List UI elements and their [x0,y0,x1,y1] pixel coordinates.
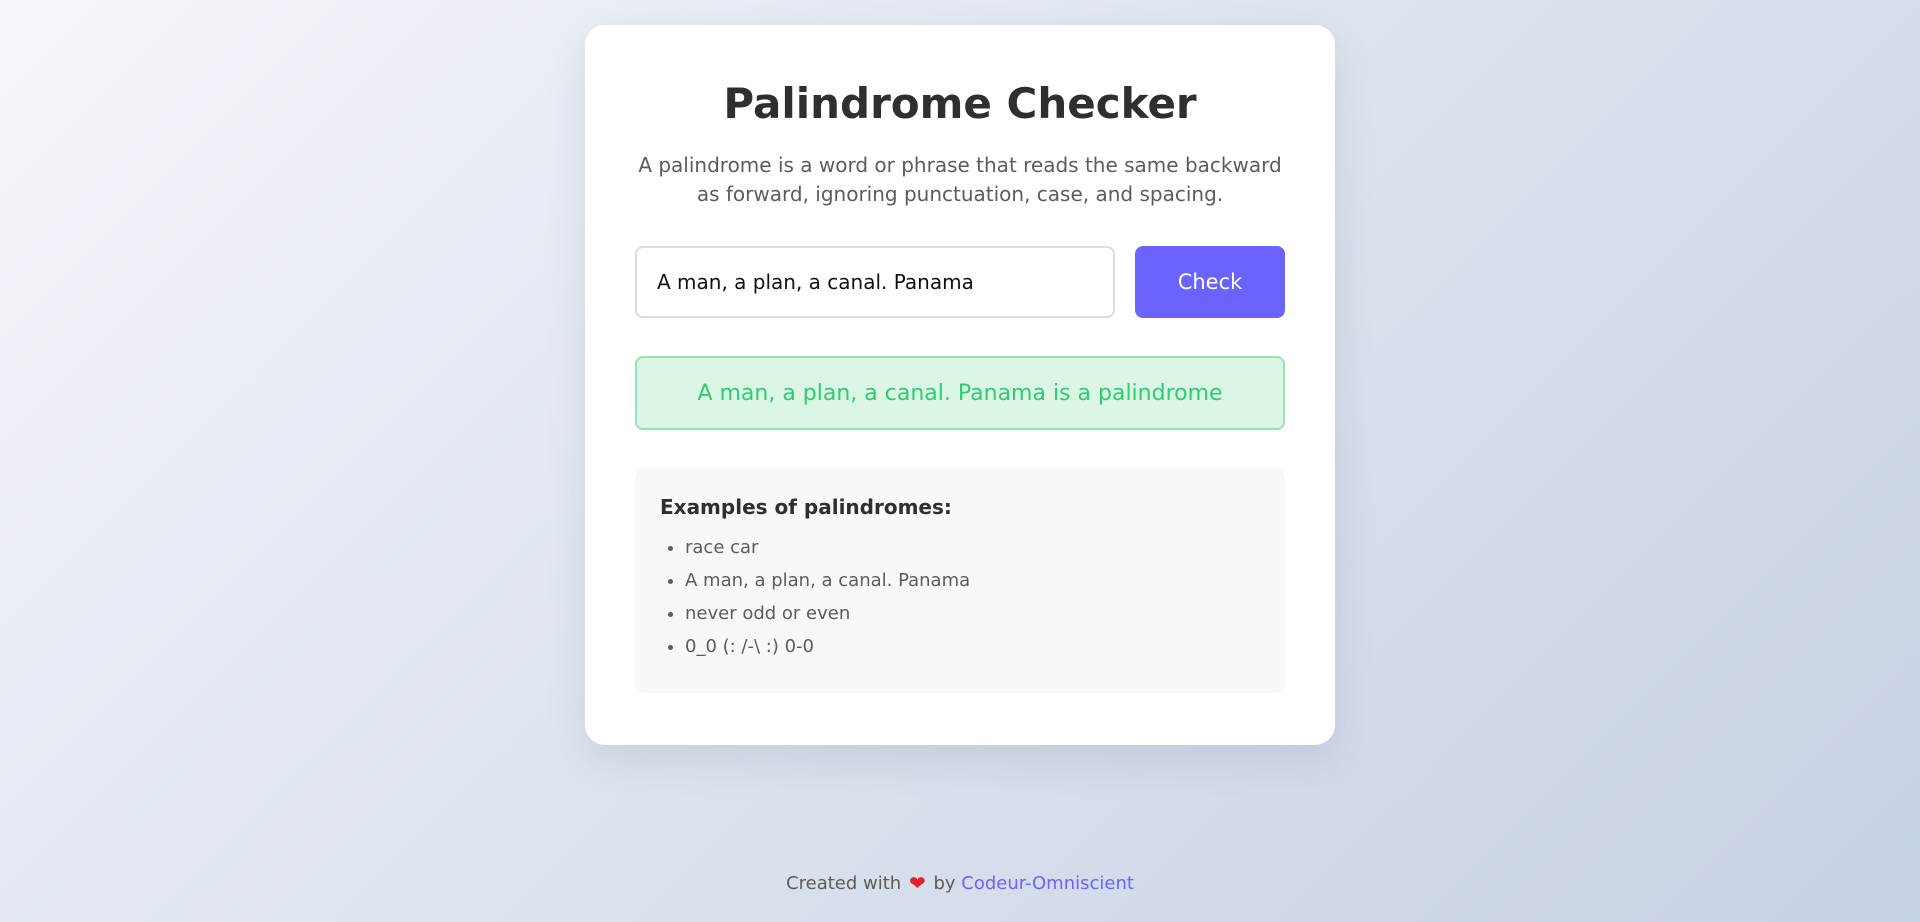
example-item: race car [685,531,1260,564]
palindrome-input[interactable] [635,246,1115,318]
check-form: Check [635,246,1285,318]
check-button[interactable]: Check [1135,246,1285,318]
page-title: Palindrome Checker [723,79,1197,128]
result-message: A man, a plan, a canal. Panama is a pali… [635,356,1285,430]
heart-icon: ❤ [908,871,926,895]
footer-by: by [933,873,956,894]
author-link[interactable]: Codeur-Omniscient [961,873,1134,894]
example-item: 0_0 (: /-\ :) 0-0 [685,630,1260,663]
palindrome-card: Palindrome Checker A palindrome is a wor… [585,25,1335,745]
example-item: A man, a plan, a canal. Panama [685,564,1260,597]
footer: Created with ❤ by Codeur-Omniscient [0,868,1920,899]
examples-title: Examples of palindromes: [660,495,952,519]
examples-list: race car A man, a plan, a canal. Panama … [660,531,1260,663]
footer-prefix: Created with [786,873,902,894]
examples-box: Examples of palindromes: race car A man,… [635,468,1285,693]
example-item: never odd or even [685,597,1260,630]
description: A palindrome is a word or phrase that re… [638,153,1282,206]
